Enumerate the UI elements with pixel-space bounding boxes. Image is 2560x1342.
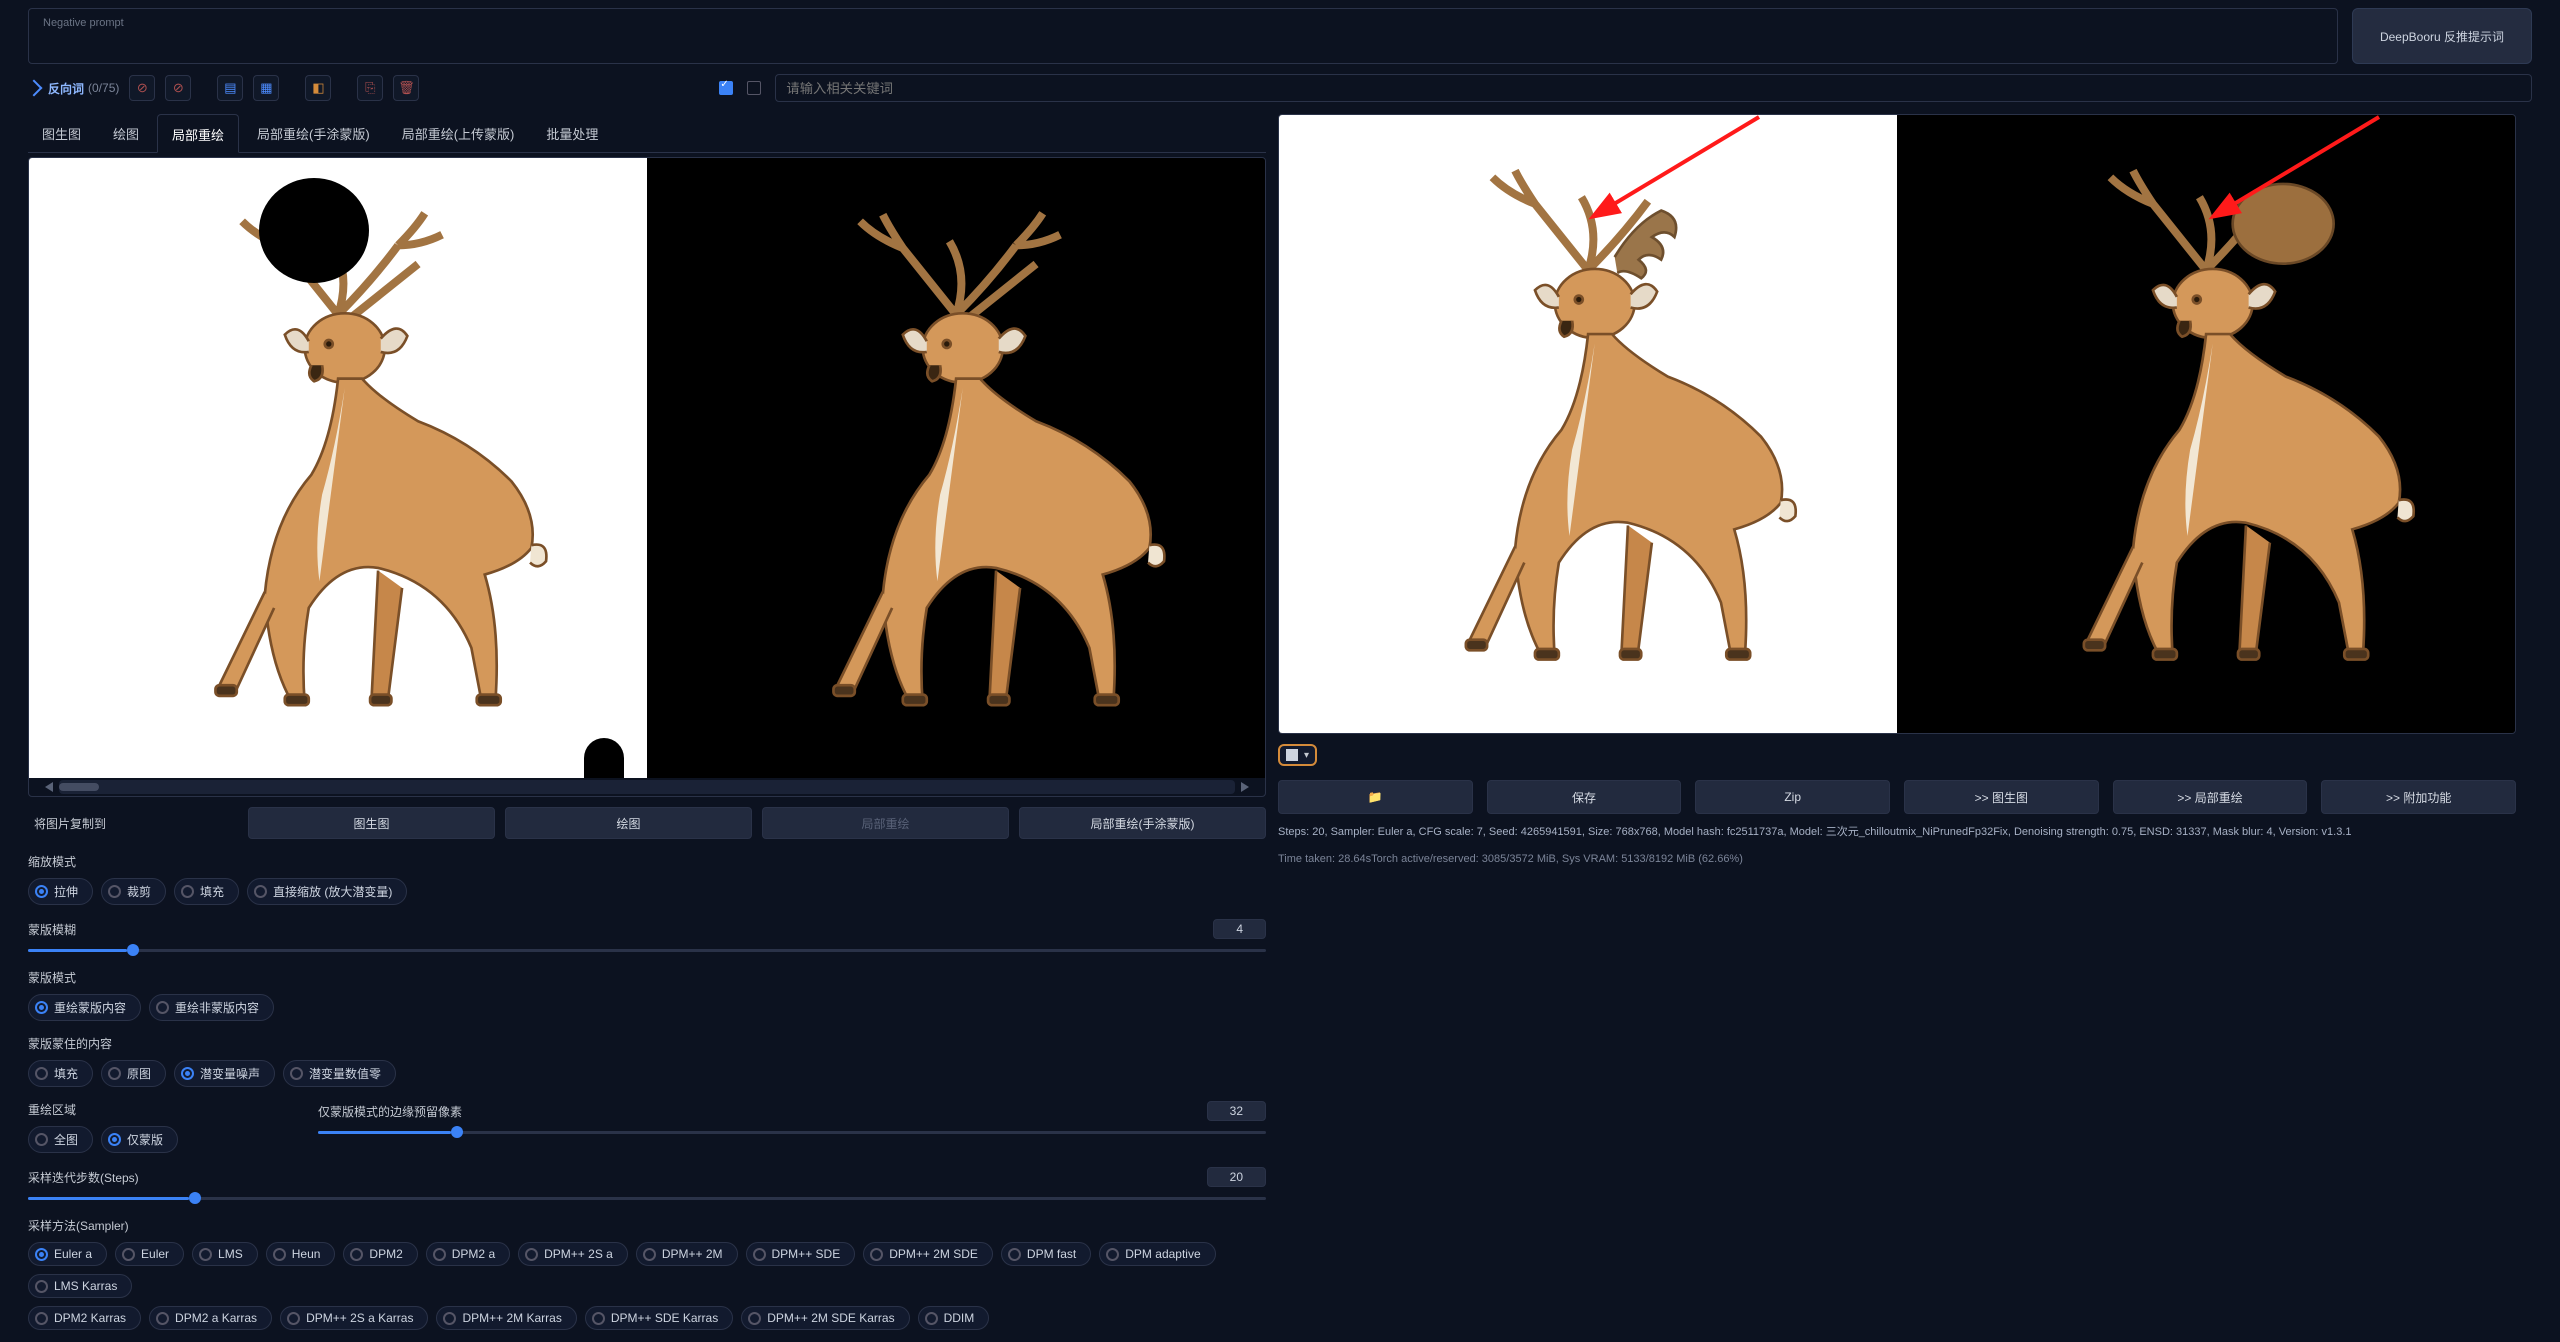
sampler-Euler[interactable]: Euler — [115, 1242, 184, 1266]
checkbox-1[interactable] — [719, 81, 733, 95]
send-inpaint-button[interactable]: >> 局部重绘 — [2113, 780, 2308, 814]
copy-inpaint-sketch[interactable]: 局部重绘(手涂蒙版) — [1019, 807, 1266, 839]
keyword-input[interactable] — [775, 74, 2532, 102]
image-icon — [1286, 749, 1298, 761]
negative-prompt-label: Negative prompt — [43, 17, 2323, 29]
deer-image-left — [60, 208, 616, 741]
generation-info: Steps: 20, Sampler: Euler a, CFG scale: … — [1278, 824, 2516, 841]
mc-latent-noise[interactable]: 潜变量噪声 — [174, 1060, 275, 1087]
tool-btn-4[interactable]: ▦ — [253, 75, 279, 101]
copy-sketch[interactable]: 绘图 — [505, 807, 752, 839]
sampler-DPM2-a[interactable]: DPM2 a — [426, 1242, 510, 1266]
resize-stretch[interactable]: 拉伸 — [28, 878, 93, 905]
sampler-DPM2[interactable]: DPM2 — [343, 1242, 417, 1266]
deer-image-right — [678, 208, 1234, 741]
mask-mode-label: 蒙版模式 — [28, 969, 1266, 986]
sampler-DPM-2M-SDE-Karras[interactable]: DPM++ 2M SDE Karras — [741, 1306, 909, 1330]
sampler-DPM-2M-Karras[interactable]: DPM++ 2M Karras — [436, 1306, 576, 1330]
sampler-DPM-2M-SDE[interactable]: DPM++ 2M SDE — [863, 1242, 993, 1266]
tool-btn-5[interactable]: ◧ — [305, 75, 331, 101]
tab-img2img[interactable]: 图生图 — [28, 114, 95, 152]
send-extras-button[interactable]: >> 附加功能 — [2321, 780, 2516, 814]
area-whole[interactable]: 全图 — [28, 1126, 93, 1153]
mask-blur-value[interactable]: 4 — [1213, 919, 1266, 939]
tab-inpaint[interactable]: 局部重绘 — [157, 114, 239, 153]
sampler-DPM-adaptive[interactable]: DPM adaptive — [1099, 1242, 1215, 1266]
send-img2img-button[interactable]: >> 图生图 — [1904, 780, 2099, 814]
horizontal-scrollbar[interactable] — [59, 780, 1235, 794]
sampler-DPM-2M[interactable]: DPM++ 2M — [636, 1242, 738, 1266]
tool-btn-2[interactable]: ⊘ — [165, 75, 191, 101]
copy-img2img[interactable]: 图生图 — [248, 807, 495, 839]
save-button[interactable]: 保存 — [1487, 780, 1682, 814]
sampler-LMS-Karras[interactable]: LMS Karras — [28, 1274, 132, 1298]
maskmode-inpaint-notmasked[interactable]: 重绘非蒙版内容 — [149, 994, 274, 1021]
brush-stroke — [259, 178, 369, 283]
tab-inpaint-upload[interactable]: 局部重绘(上传蒙版) — [388, 114, 529, 152]
sampler-DPM2-a-Karras[interactable]: DPM2 a Karras — [149, 1306, 272, 1330]
inpaint-canvas[interactable]: ↶ ⊗ × — [28, 157, 1266, 797]
mc-original[interactable]: 原图 — [101, 1060, 166, 1087]
sampler-DPM-2S-a[interactable]: DPM++ 2S a — [518, 1242, 628, 1266]
tool-btn-6[interactable]: ⎘ — [357, 75, 383, 101]
output-deer-white — [1310, 164, 1866, 695]
output-gallery[interactable]: × — [1278, 114, 2516, 734]
sampler-DPM-2S-a-Karras[interactable]: DPM++ 2S a Karras — [280, 1306, 428, 1330]
negative-prompt-textarea[interactable]: Negative prompt — [28, 8, 2338, 64]
resize-mode-label: 缩放模式 — [28, 853, 1266, 870]
area-only-masked[interactable]: 仅蒙版 — [101, 1126, 178, 1153]
inpaint-area-label: 重绘区域 — [28, 1101, 298, 1118]
masked-content-label: 蒙版蒙住的内容 — [28, 1035, 1266, 1052]
open-folder-button[interactable]: 📁 — [1278, 780, 1473, 814]
sampler-DPM-SDE[interactable]: DPM++ SDE — [746, 1242, 856, 1266]
sampler-DDIM[interactable]: DDIM — [918, 1306, 990, 1330]
sampler-label: 采样方法(Sampler) — [28, 1217, 1266, 1234]
mask-blur-slider[interactable] — [28, 945, 1266, 955]
negword-toggle[interactable]: 反向词 (0/75) — [28, 80, 119, 97]
download-chip[interactable]: ▾ — [1278, 744, 1317, 766]
padding-value[interactable]: 32 — [1207, 1101, 1266, 1121]
resize-latent[interactable]: 直接缩放 (放大潜变量) — [247, 878, 407, 905]
sampler-Heun[interactable]: Heun — [266, 1242, 336, 1266]
tool-btn-3[interactable]: ▤ — [217, 75, 243, 101]
tab-sketch[interactable]: 绘图 — [99, 114, 153, 152]
sampler-DPM-fast[interactable]: DPM fast — [1001, 1242, 1091, 1266]
mask-blur-label: 蒙版模糊 — [28, 921, 76, 938]
tool-btn-7[interactable]: 🗑 — [393, 75, 419, 101]
checkbox-2[interactable] — [747, 81, 761, 95]
maskmode-inpaint-masked[interactable]: 重绘蒙版内容 — [28, 994, 141, 1021]
copy-inpaint: 局部重绘 — [762, 807, 1009, 839]
padding-slider[interactable] — [318, 1127, 1266, 1137]
steps-slider[interactable] — [28, 1193, 1266, 1203]
time-info: Time taken: 28.64sTorch active/reserved:… — [1278, 851, 2516, 868]
sampler-LMS[interactable]: LMS — [192, 1242, 258, 1266]
deepbooru-button[interactable]: DeepBooru 反推提示词 — [2352, 8, 2532, 64]
padding-label: 仅蒙版模式的边缘预留像素 — [318, 1103, 462, 1120]
sampler-DPM-SDE-Karras[interactable]: DPM++ SDE Karras — [585, 1306, 733, 1330]
output-deer-black — [1928, 164, 2484, 695]
tab-batch[interactable]: 批量处理 — [532, 114, 612, 152]
mc-fill[interactable]: 填充 — [28, 1060, 93, 1087]
copy-to-label: 将图片复制到 — [28, 815, 238, 832]
mc-latent-zero[interactable]: 潜变量数值零 — [283, 1060, 396, 1087]
mode-tabs: 图生图 绘图 局部重绘 局部重绘(手涂蒙版) 局部重绘(上传蒙版) 批量处理 — [28, 114, 1266, 153]
sampler-Euler-a[interactable]: Euler a — [28, 1242, 107, 1266]
sampler-DPM2-Karras[interactable]: DPM2 Karras — [28, 1306, 141, 1330]
steps-value[interactable]: 20 — [1207, 1167, 1266, 1187]
chevron-down-icon — [26, 80, 43, 97]
steps-label: 采样迭代步数(Steps) — [28, 1169, 139, 1186]
resize-fill[interactable]: 填充 — [174, 878, 239, 905]
tool-btn-1[interactable]: ⊘ — [129, 75, 155, 101]
resize-modes: 拉伸 裁剪 填充 直接缩放 (放大潜变量) — [28, 878, 1266, 905]
zip-button[interactable]: Zip — [1695, 780, 1890, 814]
tab-inpaint-sketch[interactable]: 局部重绘(手涂蒙版) — [243, 114, 384, 152]
resize-crop[interactable]: 裁剪 — [101, 878, 166, 905]
brush-cursor — [584, 738, 624, 778]
